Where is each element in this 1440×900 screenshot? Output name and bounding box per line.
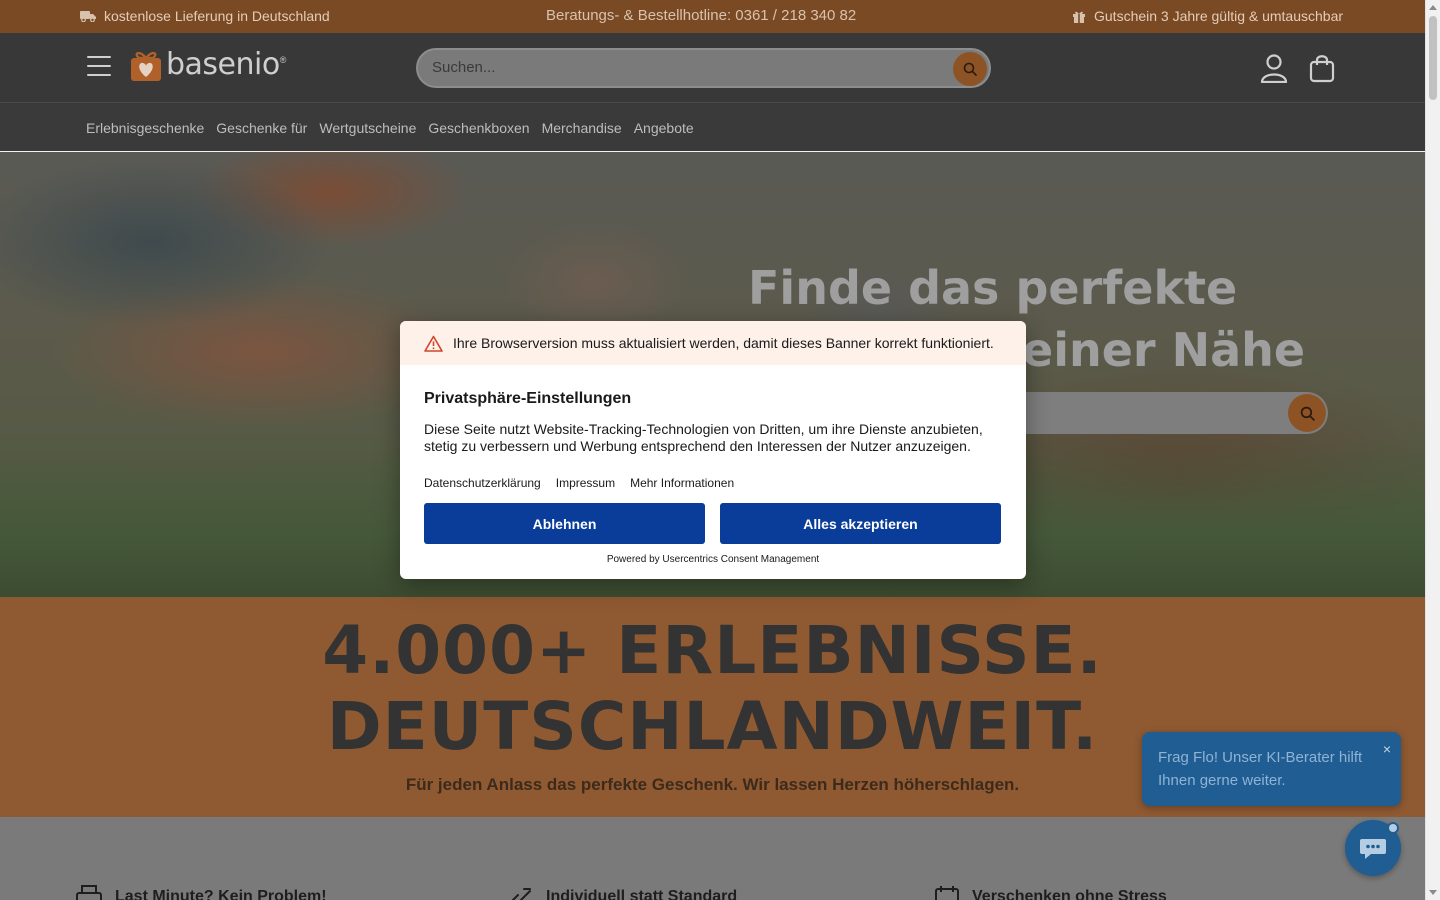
banner-headline-line1: 4.000+ ERLEBNISSE. xyxy=(322,612,1103,689)
hero-search-button[interactable] xyxy=(1288,394,1326,432)
category-nav: Erlebnisgeschenke Geschenke für Wertguts… xyxy=(0,103,1425,151)
consent-powered-by: Powered by Usercentrics Consent Manageme… xyxy=(606,554,820,565)
search-icon xyxy=(1300,406,1315,421)
accept-all-button[interactable]: Alles akzeptieren xyxy=(720,503,1001,544)
nav-item-erlebnisgeschenke[interactable]: Erlebnisgeschenke xyxy=(86,120,204,136)
features-section: Last Minute? Kein Problem! Individuell s… xyxy=(0,817,1425,900)
chat-launcher-button[interactable] xyxy=(1345,820,1401,876)
scroll-down-arrow[interactable] xyxy=(1429,890,1437,895)
nav-item-angebote[interactable]: Angebote xyxy=(634,120,694,136)
top-info-bar: kostenlose Lieferung in Deutschland Bera… xyxy=(0,0,1425,33)
close-icon[interactable]: × xyxy=(1383,738,1391,761)
warning-icon xyxy=(424,335,443,352)
search-icon xyxy=(963,62,977,76)
ai-advisor-message: Frag Flo! Unser KI-Berater hilft Ihnen g… xyxy=(1158,749,1363,789)
search-button[interactable] xyxy=(953,52,987,86)
menu-icon[interactable] xyxy=(87,56,111,78)
calendar-icon xyxy=(935,886,959,900)
deny-button[interactable]: Ablehnen xyxy=(424,503,705,544)
more-info-link[interactable]: Mehr Informationen xyxy=(630,476,734,490)
registered-mark: ® xyxy=(279,55,287,65)
hero-headline-line2: einer Nähe xyxy=(1022,323,1306,377)
hero-search-bar[interactable] xyxy=(1000,392,1328,434)
feature-label: Last Minute? Kein Problem! xyxy=(115,888,327,900)
logo[interactable]: basenio ® xyxy=(130,47,286,83)
feature-no-stress: Verschenken ohne Stress xyxy=(934,885,1167,900)
voucher-text: Gutschein 3 Jahre gültig & umtauschbar xyxy=(1094,8,1344,24)
search-bar xyxy=(416,48,991,88)
gift-icon xyxy=(1073,11,1085,23)
hotline-text[interactable]: Beratungs- & Bestellhotline: 0361 / 218 … xyxy=(546,7,856,24)
delivery-info: kostenlose Lieferung in Deutschland xyxy=(80,8,330,24)
logo-text: basenio xyxy=(166,47,280,82)
feature-label: Individuell statt Standard xyxy=(546,888,738,900)
scroll-up-arrow[interactable] xyxy=(1429,5,1437,10)
shopping-bag-icon[interactable] xyxy=(1309,53,1335,83)
nav-item-merchandise[interactable]: Merchandise xyxy=(542,120,622,136)
browser-warning-text: Ihre Browserversion muss aktualisiert we… xyxy=(453,335,994,351)
voucher-info: Gutschein 3 Jahre gültig & umtauschbar xyxy=(1072,8,1343,24)
search-input[interactable] xyxy=(432,59,932,76)
imprint-link[interactable]: Impressum xyxy=(556,476,615,490)
consent-dialog: Ihre Browserversion muss aktualisiert we… xyxy=(400,321,1026,579)
scrollbar-thumb[interactable] xyxy=(1429,16,1437,100)
consent-links: Datenschutzerklärung Impressum Mehr Info… xyxy=(424,476,734,490)
feature-individual: Individuell statt Standard xyxy=(504,885,737,900)
truck-icon xyxy=(80,11,96,22)
consent-title: Privatsphäre-Einstellungen xyxy=(424,390,632,407)
delivery-text: kostenlose Lieferung in Deutschland xyxy=(104,8,330,24)
chat-notification-dot xyxy=(1387,822,1399,834)
ai-advisor-bubble[interactable]: × Frag Flo! Unser KI-Berater hilft Ihnen… xyxy=(1142,732,1401,806)
browser-warning: Ihre Browserversion muss aktualisiert we… xyxy=(400,321,1026,365)
feature-label: Verschenken ohne Stress xyxy=(972,888,1167,900)
nav-item-wertgutscheine[interactable]: Wertgutscheine xyxy=(319,120,416,136)
nav-item-geschenke-fuer[interactable]: Geschenke für xyxy=(216,120,307,136)
gift-heart-logo-icon xyxy=(131,51,161,81)
printer-icon xyxy=(76,885,102,900)
main-header: basenio ® xyxy=(0,33,1425,103)
vertical-scrollbar[interactable] xyxy=(1425,0,1440,900)
feature-last-minute: Last Minute? Kein Problem! xyxy=(75,885,327,900)
hero-headline-line1: Finde das perfekte xyxy=(748,261,1238,315)
page: kostenlose Lieferung in Deutschland Bera… xyxy=(0,0,1425,900)
privacy-policy-link[interactable]: Datenschutzerklärung xyxy=(424,476,541,490)
consent-description: Diese Seite nutzt Website-Tracking-Techn… xyxy=(424,421,983,454)
user-account-icon[interactable] xyxy=(1260,53,1288,83)
chat-icon xyxy=(1360,839,1386,859)
pen-icon xyxy=(511,888,531,900)
nav-item-geschenkboxen[interactable]: Geschenkboxen xyxy=(428,120,529,136)
